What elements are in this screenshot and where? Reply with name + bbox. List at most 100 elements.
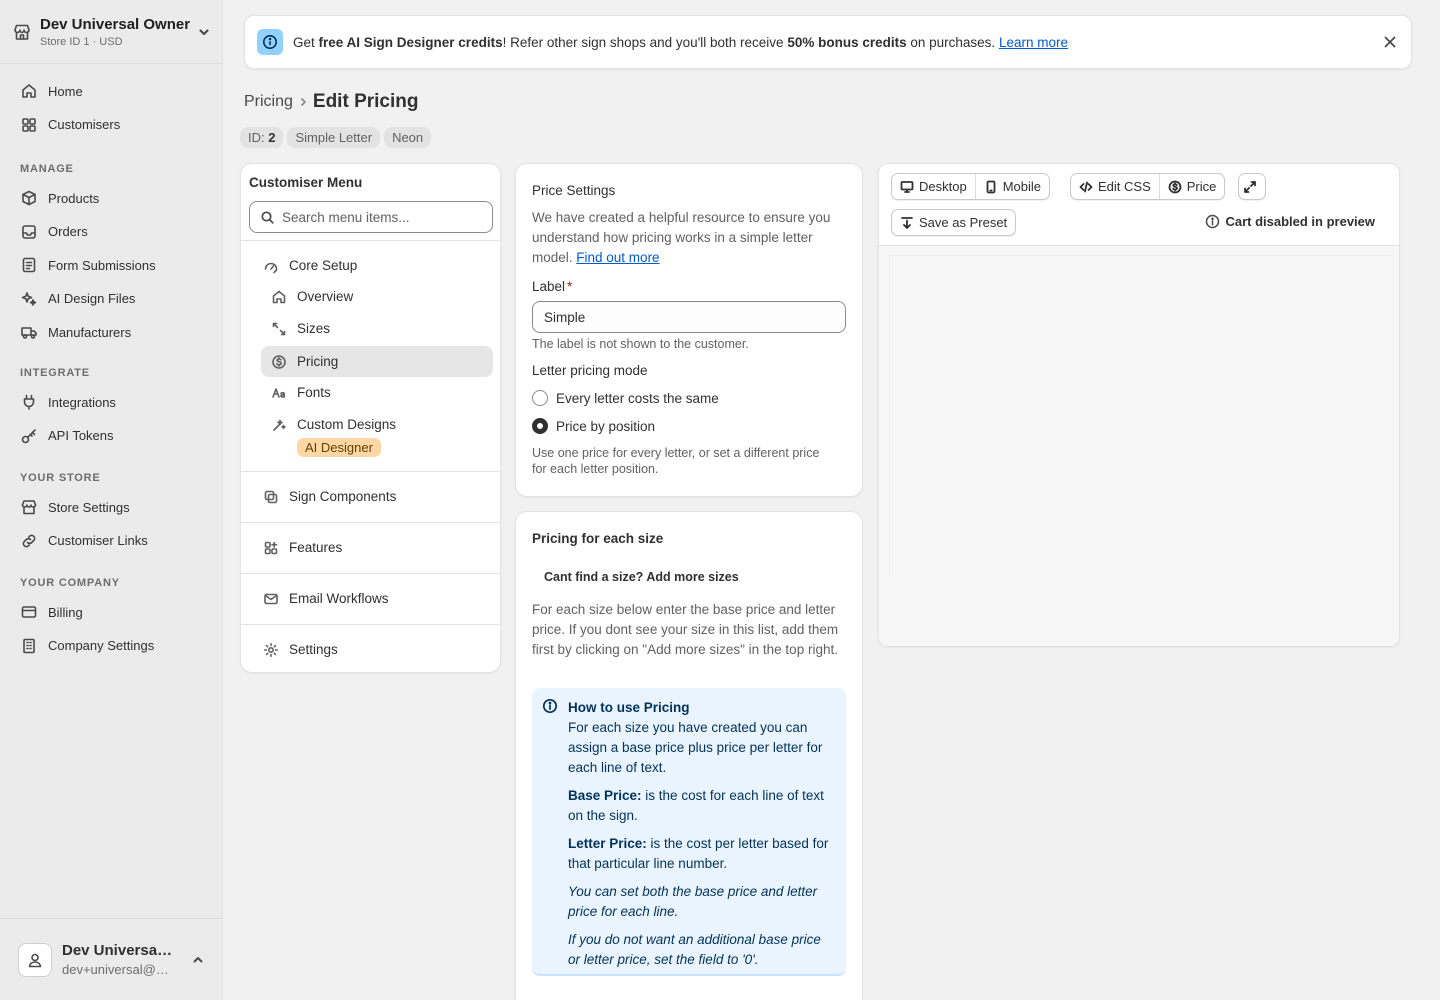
size-pricing-desc: For each size below enter the base price… <box>532 602 839 657</box>
store-name: Dev Universal Owner <box>40 15 191 33</box>
find-out-more-link[interactable]: Find out more <box>576 250 659 265</box>
nav-item-company-settings[interactable]: Company Settings <box>10 630 213 662</box>
nav-item-form-submissions[interactable]: Form Submissions <box>10 249 213 281</box>
box-icon <box>20 189 38 207</box>
menu-item-features[interactable]: Features <box>261 532 493 563</box>
radio-button[interactable] <box>532 418 548 434</box>
pricing-mode-title: Letter pricing mode <box>532 363 648 378</box>
nav-label: Billing <box>48 604 83 620</box>
dollar-circle-icon <box>1168 180 1182 194</box>
nav-label: Customisers <box>48 117 121 133</box>
gauge-icon <box>263 258 279 274</box>
search-icon <box>260 210 275 225</box>
mobile-button[interactable]: Mobile <box>976 174 1049 199</box>
menu-item-overview[interactable]: Overview <box>261 281 493 312</box>
divider <box>241 471 500 472</box>
plug-icon <box>20 393 38 411</box>
radio-label: Every letter costs the same <box>556 390 719 406</box>
nav-section-manage: MANAGE <box>20 163 74 175</box>
divider <box>241 573 500 574</box>
nav-label: AI Design Files <box>48 291 136 307</box>
label-input[interactable] <box>532 301 846 333</box>
nav-item-customisers[interactable]: Customisers <box>10 109 213 141</box>
save-preset-inner[interactable]: Save as Preset <box>892 210 1015 235</box>
building-icon <box>20 637 38 655</box>
add-sizes-button[interactable]: Cant find a size? Add more sizes <box>544 570 739 584</box>
menu-item-email-workflows[interactable]: Email Workflows <box>261 583 493 614</box>
preview-frame <box>889 255 1391 577</box>
nav-item-orders[interactable]: Orders <box>10 216 213 248</box>
nav-label: Manufacturers <box>48 324 132 340</box>
magic-wand-icon <box>271 417 287 433</box>
cart-disabled-note: Cart disabled in preview <box>1205 214 1375 229</box>
desktop-button[interactable]: Desktop <box>892 174 976 199</box>
menu-item-sign-components[interactable]: Sign Components <box>261 481 493 512</box>
main-content: Get free AI Sign Designer credits! Refer… <box>224 7 1434 1000</box>
menu-label: Email Workflows <box>289 591 389 606</box>
inbox-icon <box>20 223 38 241</box>
chevron-up-icon[interactable] <box>191 953 205 967</box>
nav-item-billing[interactable]: Billing <box>10 596 213 628</box>
radio-button[interactable] <box>532 390 548 406</box>
label-field-title: Label * <box>532 279 573 294</box>
nav-item-ai-design-files[interactable]: AI Design Files <box>10 283 213 315</box>
nav-section-company: YOUR COMPANY <box>20 577 120 589</box>
preview-canvas[interactable] <box>879 245 1399 646</box>
divider <box>241 522 500 523</box>
menu-item-pricing[interactable]: Pricing <box>261 346 493 377</box>
nav-item-products[interactable]: Products <box>10 182 213 214</box>
code-icon <box>1079 180 1093 194</box>
nav-item-store-settings[interactable]: Store Settings <box>10 491 213 523</box>
store-switcher[interactable]: Dev Universal Owner Store ID 1 · USD <box>0 0 223 64</box>
how-to-callout: How to use Pricing For each size you have… <box>532 688 846 976</box>
base-price-label: Base Price: <box>568 788 642 803</box>
nav-item-home[interactable]: Home <box>10 75 213 107</box>
price-button[interactable]: Price <box>1160 174 1225 199</box>
nav-company: YOUR COMPANY Billing Company Settings <box>10 572 213 663</box>
menu-label: Pricing <box>297 354 339 369</box>
size-pricing-title: Pricing for each size <box>532 531 664 546</box>
breadcrumb: Pricing Edit Pricing <box>244 91 418 113</box>
nav-label: Products <box>48 190 100 206</box>
breadcrumb-parent[interactable]: Pricing <box>244 93 293 111</box>
chevron-down-icon[interactable] <box>197 25 211 39</box>
menu-search[interactable] <box>249 201 493 233</box>
menu-item-settings[interactable]: Settings <box>261 634 493 665</box>
expand-button[interactable] <box>1238 173 1266 200</box>
nav-item-integrations[interactable]: Integrations <box>10 386 213 418</box>
nav-label: Orders <box>48 224 88 240</box>
preview-tools: Edit CSS Price <box>1070 173 1226 200</box>
download-icon <box>900 216 914 230</box>
how-to-text: For each size you have created you can a… <box>568 720 823 775</box>
nav-label: Company Settings <box>48 638 155 654</box>
edit-css-button[interactable]: Edit CSS <box>1071 174 1160 199</box>
nav-item-manufacturers[interactable]: Manufacturers <box>10 316 213 348</box>
menu-item-custom-designs[interactable]: Custom Designs <box>261 409 493 440</box>
resize-icon <box>271 321 287 337</box>
nav-label: Home <box>48 83 83 99</box>
radio-every-letter-same[interactable]: Every letter costs the same <box>532 384 719 412</box>
user-name: Dev Universal Owner <box>62 942 174 959</box>
nav-item-api-tokens[interactable]: API Tokens <box>10 420 213 452</box>
radio-price-by-position[interactable]: Price by position <box>532 412 655 440</box>
save-preset-button[interactable]: Save as Preset <box>891 209 1017 236</box>
menu-item-core-setup[interactable]: Core Setup <box>261 250 493 281</box>
pricing-mode-help: Use one price for every letter, or set a… <box>532 446 820 476</box>
nav-item-customiser-links[interactable]: Customiser Links <box>10 525 213 557</box>
mail-icon <box>263 591 279 607</box>
letter-price-label: Letter Price: <box>568 836 647 851</box>
preview-panel: Desktop Mobile Edit CSS Price Save as Pr… <box>878 163 1400 647</box>
menu-item-sizes[interactable]: Sizes <box>261 313 493 344</box>
menu-item-fonts[interactable]: Fonts <box>261 377 493 408</box>
close-icon[interactable] <box>1381 33 1399 51</box>
learn-more-link[interactable]: Learn more <box>999 35 1068 50</box>
menu-label: Settings <box>289 642 338 657</box>
menu-label: Sizes <box>297 321 331 336</box>
search-input[interactable] <box>282 209 482 225</box>
user-email: dev+universal@example.com <box>62 962 174 977</box>
user-menu[interactable]: Dev Universal Owner dev+universal@exampl… <box>0 918 223 1000</box>
divider <box>241 624 500 625</box>
truck-icon <box>20 323 38 341</box>
size-pricing-card: Pricing for each size Cant find a size? … <box>515 511 863 1000</box>
chevron-right-icon <box>296 95 310 109</box>
